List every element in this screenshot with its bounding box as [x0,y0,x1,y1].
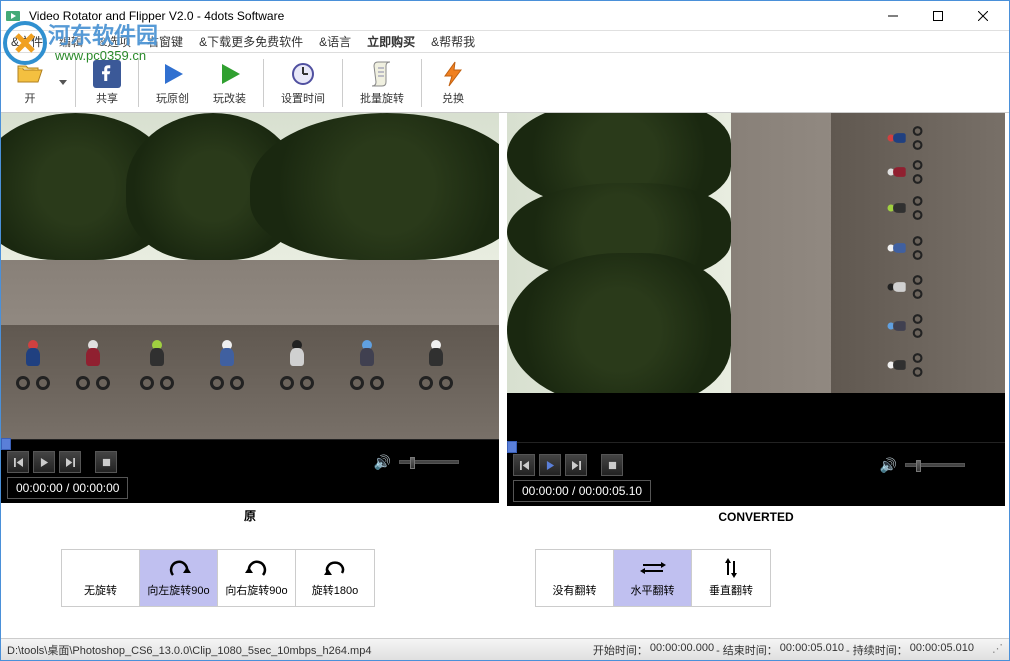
rotate-left-90-label: 向左旋转90o [147,582,209,598]
menu-edit[interactable]: 编辑 [51,31,91,52]
play-button[interactable] [33,451,55,473]
close-button[interactable] [960,2,1005,30]
convert-button[interactable]: 兑换 [428,56,478,110]
rotate-none-label: 无旋转 [84,582,117,598]
converted-seek-bar[interactable] [507,442,1005,450]
rotate-option-group: 无旋转 向左旋转90o 向右旋转90o 旋转180o [61,549,375,607]
menu-language[interactable]: &语言 [311,31,359,52]
toolbar: 开 共享 玩原创 玩改装 设置时间 批量旋转 兑换 [1,53,1009,113]
batch-rotate-button[interactable]: 批量旋转 [349,56,415,110]
rotate-180-button[interactable]: 旋转180o [296,550,374,606]
menu-file[interactable]: &文件 [3,31,51,52]
converted-player-controls: 🔊 00:00:00 / 00:00:05.10 [507,450,1005,506]
status-bar: D:\tools\桌面\Photoshop_CS6_13.0.0\Clip_10… [1,638,1009,660]
flip-horizontal-button[interactable]: 水平翻转 [614,550,692,606]
play-original-button[interactable]: 玩原创 [145,56,200,110]
app-icon [5,8,21,24]
original-seek-bar[interactable] [1,439,499,447]
share-button[interactable]: 共享 [82,56,132,110]
open-button[interactable]: 开 [5,56,55,110]
flip-option-group: 没有翻转 水平翻转 垂直翻转 [535,549,771,607]
volume-slider[interactable] [399,460,459,464]
set-time-label: 设置时间 [281,90,325,106]
play-modified-button[interactable]: 玩改装 [202,56,257,110]
status-times: 开始时间： 00:00:00.000 - 结束时间： 00:00:05.010 … [593,642,1003,658]
converted-time-display: 00:00:00 / 00:00:05.10 [513,480,651,502]
open-dropdown[interactable] [57,56,69,110]
play-blue-icon [159,60,187,88]
rotate-left-icon [167,558,191,578]
rotate-right-icon [245,558,269,578]
volume-icon: 🔊 [374,454,391,471]
resize-grip-icon[interactable]: ⋰ [992,642,1003,658]
status-file-path: D:\tools\桌面\Photoshop_CS6_13.0.0\Clip_10… [7,642,593,658]
stop-button[interactable] [601,454,623,476]
rotate-180-label: 旋转180o [312,582,358,598]
batch-rotate-label: 批量旋转 [360,90,404,106]
lightning-icon [439,60,467,88]
rotate-180-icon [323,558,347,578]
flip-vertical-button[interactable]: 垂直翻转 [692,550,770,606]
converted-video[interactable] [507,113,1005,442]
play-modified-label: 玩改装 [213,90,246,106]
next-button[interactable] [59,451,81,473]
end-time-value: 00:00:05.010 [780,642,844,658]
flip-horizontal-label: 水平翻转 [631,582,675,598]
next-button[interactable] [565,454,587,476]
folder-open-icon [16,60,44,88]
menu-bar: &文件 编辑 &选项 右窗键 &下载更多免费软件 &语言 立即购买 &帮帮我 [1,31,1009,53]
original-preview-panel: 🔊 00:00:00 / 00:00:00 原 [1,113,499,528]
facebook-icon [93,60,121,88]
convert-label: 兑换 [442,90,464,106]
rotate-right-90-button[interactable]: 向右旋转90o [218,550,296,606]
menu-right-key[interactable]: 右窗键 [139,31,191,52]
converted-preview-panel: 🔊 00:00:00 / 00:00:05.10 CONVERTED [507,113,1005,528]
rotate-right-90-label: 向右旋转90o [225,582,287,598]
menu-options[interactable]: &选项 [91,31,139,52]
share-label: 共享 [96,90,118,106]
options-area: 无旋转 向左旋转90o 向右旋转90o 旋转180o 没有翻转 水平翻转 垂直翻… [1,528,1009,638]
rotate-none-button[interactable]: 无旋转 [62,550,140,606]
original-player-controls: 🔊 00:00:00 / 00:00:00 [1,447,499,503]
maximize-button[interactable] [915,2,960,30]
original-label: 原 [1,503,499,528]
flip-vertical-icon [723,558,739,578]
converted-label: CONVERTED [507,506,1005,528]
original-video[interactable] [1,113,499,439]
prev-button[interactable] [513,454,535,476]
scroll-icon [368,60,396,88]
menu-help[interactable]: &帮帮我 [423,31,483,52]
stop-button[interactable] [95,451,117,473]
play-green-icon [216,60,244,88]
window-title: Video Rotator and Flipper V2.0 - 4dots S… [29,9,870,23]
preview-area: 🔊 00:00:00 / 00:00:00 原 [1,113,1009,528]
rotate-left-90-button[interactable]: 向左旋转90o [140,550,218,606]
set-time-button[interactable]: 设置时间 [270,56,336,110]
flip-none-label: 没有翻转 [553,582,597,598]
title-bar: Video Rotator and Flipper V2.0 - 4dots S… [1,1,1009,31]
minimize-button[interactable] [870,2,915,30]
duration-value: 00:00:05.010 [910,642,974,658]
flip-horizontal-icon [640,558,666,578]
play-original-label: 玩原创 [156,90,189,106]
start-time-label: 开始时间： [593,642,648,658]
flip-none-button[interactable]: 没有翻转 [536,550,614,606]
original-time-display: 00:00:00 / 00:00:00 [7,477,128,499]
flip-vertical-label: 垂直翻转 [709,582,753,598]
menu-download[interactable]: &下载更多免费软件 [191,31,311,52]
duration-label: - 持续时间： [846,642,908,658]
play-button[interactable] [539,454,561,476]
clock-icon [289,60,317,88]
end-time-label: - 结束时间： [716,642,778,658]
menu-buy-now[interactable]: 立即购买 [359,31,423,52]
volume-slider[interactable] [905,463,965,467]
prev-button[interactable] [7,451,29,473]
start-time-value: 00:00:00.000 [650,642,714,658]
open-label: 开 [25,90,36,106]
volume-icon: 🔊 [880,457,897,474]
